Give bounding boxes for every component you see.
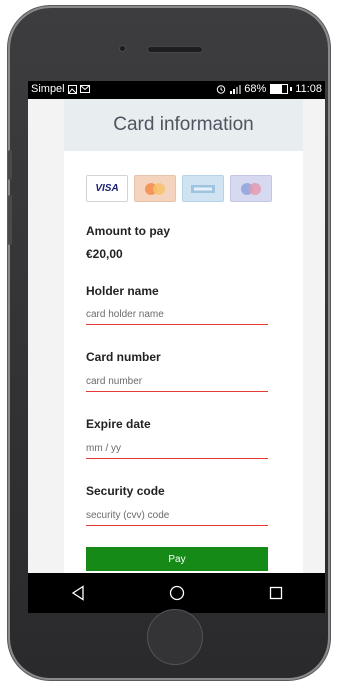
battery-percent: 68% [244,83,267,95]
signal-icon [230,85,242,94]
mail-notification-icon [79,85,90,93]
amex-mark-icon [191,184,215,193]
square-recents-icon [269,586,282,600]
maestro-circle-right [249,182,261,195]
security-code-input[interactable] [86,506,268,526]
page-title: Card information [113,114,254,135]
expire-date-label: Expire date [86,417,151,431]
amount-value: €20,00 [86,247,123,261]
carrier-name: Simpel [31,83,65,95]
screen: Simpel 68% 11:08 Card information VISA A… [28,81,325,613]
payment-form: Card information VISA Amount to pay €20,… [64,99,303,573]
battery-cap [290,87,293,91]
pay-button[interactable]: Pay [86,547,268,571]
android-nav-bar [28,573,325,613]
amount-label: Amount to pay [86,224,170,238]
holder-name-label: Holder name [86,284,159,298]
front-camera [120,46,125,51]
security-code-label: Security code [86,484,165,498]
alarm-icon [217,85,226,94]
holder-name-input[interactable] [86,305,268,325]
battery-icon [270,84,289,94]
status-bar: Simpel 68% 11:08 [28,81,325,99]
home-nav-button[interactable] [157,578,197,608]
earpiece-speaker [148,47,202,52]
mastercard-logo [134,175,176,202]
amex-logo [182,175,224,202]
card-logos: VISA [86,175,272,202]
expire-date-input[interactable] [86,439,268,459]
image-notification-icon [67,84,77,94]
volume-button [8,150,12,180]
battery-fill [271,85,283,93]
status-right: 68% 11:08 [216,83,322,95]
card-number-label: Card number [86,350,161,364]
recents-button[interactable] [256,578,296,608]
card-number-input[interactable] [86,372,268,392]
triangle-back-icon [71,585,84,601]
clock: 11:08 [295,83,322,95]
circle-home-icon [169,585,184,601]
card-header: Card information [64,99,303,151]
visa-logo: VISA [86,175,128,202]
physical-home-button[interactable] [147,609,203,665]
status-left: Simpel [31,83,90,95]
power-button [8,195,12,245]
mastercard-circle-right [153,182,165,195]
back-button[interactable] [58,578,98,608]
visa-logo-text: VISA [95,183,119,194]
maestro-logo [230,175,272,202]
